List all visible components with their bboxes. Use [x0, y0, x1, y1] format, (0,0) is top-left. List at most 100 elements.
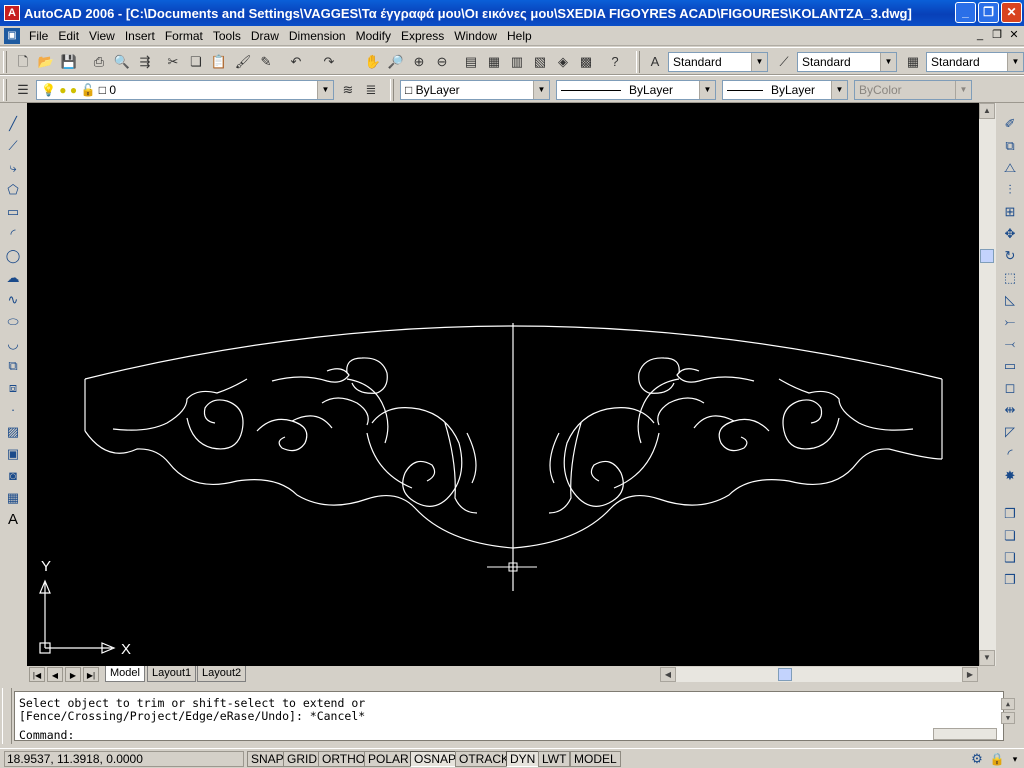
stretch-icon[interactable]: ◺	[999, 290, 1021, 310]
table-style-icon[interactable]: ▦	[902, 51, 924, 73]
doc-minimize-button[interactable]: _	[972, 28, 988, 42]
toolbar-grip[interactable]	[636, 51, 640, 73]
close-button[interactable]: ✕	[1001, 2, 1022, 23]
chevron-down-icon[interactable]: ▼	[1007, 53, 1023, 71]
command-hscroll[interactable]	[933, 728, 997, 740]
toolbar-grip[interactable]	[3, 79, 7, 101]
scroll-down-icon[interactable]: ▼	[979, 650, 995, 666]
array-icon[interactable]: ⊞	[999, 202, 1021, 222]
horizontal-scrollbar[interactable]: ◀ ▶	[660, 667, 978, 682]
chevron-down-icon[interactable]: ▼	[831, 81, 847, 99]
status-toggle-lwt[interactable]: LWT	[538, 751, 571, 767]
design-center-icon[interactable]: ▦	[483, 51, 505, 73]
draworder-back-icon[interactable]: ❏	[999, 526, 1021, 546]
zoom-realtime-icon[interactable]: 🔎	[385, 51, 407, 73]
publish-icon[interactable]: ⇶	[134, 51, 156, 73]
fillet-icon[interactable]: ◜	[999, 444, 1021, 464]
chevron-down-icon[interactable]: ▼	[751, 53, 767, 71]
match-properties-icon[interactable]: 🖌	[232, 51, 254, 73]
menu-express[interactable]: Express	[396, 27, 449, 45]
trim-icon[interactable]: ⤚	[999, 312, 1021, 332]
mirror-icon[interactable]: ⧍	[999, 158, 1021, 178]
pan-icon[interactable]: ✋	[362, 51, 384, 73]
line-icon[interactable]: ╱	[2, 114, 24, 134]
chevron-down-icon[interactable]: ▼	[317, 81, 333, 99]
save-icon[interactable]: 💾	[58, 51, 80, 73]
chevron-down-icon[interactable]: ▼	[880, 53, 896, 71]
erase-icon[interactable]: ✐	[999, 114, 1021, 134]
extend-icon[interactable]: ⤙	[999, 334, 1021, 354]
explode-icon[interactable]: ✸	[999, 466, 1021, 486]
tab-model[interactable]: Model	[105, 666, 145, 682]
polygon-icon[interactable]: ⬠	[2, 180, 24, 200]
menu-format[interactable]: Format	[160, 27, 208, 45]
toolbar-grip[interactable]	[3, 51, 7, 73]
break-icon[interactable]: ▭	[999, 356, 1021, 376]
dim-style-icon[interactable]: ⟋	[773, 51, 795, 73]
rectangle-icon[interactable]: ▭	[2, 202, 24, 222]
layer-previous-icon[interactable]: ≣	[360, 79, 382, 101]
spline-icon[interactable]: ∿	[2, 290, 24, 310]
polyline-icon[interactable]: ⤷	[2, 158, 24, 178]
prev-tab-icon[interactable]: ◀	[47, 667, 63, 682]
scroll-down-icon[interactable]: ▼	[1001, 712, 1015, 724]
drawing-canvas[interactable]: Y X	[27, 103, 979, 666]
status-menu-icon[interactable]: ▾	[1008, 750, 1022, 768]
command-window-grip[interactable]	[2, 688, 12, 744]
undo-icon[interactable]: ↶	[285, 51, 307, 73]
layer-manager-icon[interactable]: ☰	[12, 79, 34, 101]
status-toggle-model[interactable]: MODEL	[570, 751, 621, 767]
markup-icon[interactable]: ◈	[552, 51, 574, 73]
menu-modify[interactable]: Modify	[351, 27, 396, 45]
scroll-right-icon[interactable]: ▶	[962, 667, 978, 682]
scroll-up-icon[interactable]: ▲	[1001, 698, 1015, 710]
ellipse-arc-icon[interactable]: ◡	[2, 334, 24, 354]
make-block-icon[interactable]: ⧈	[2, 378, 24, 398]
revision-cloud-icon[interactable]: ☁	[2, 268, 24, 288]
offset-icon[interactable]: ⫶	[999, 180, 1021, 200]
first-tab-icon[interactable]: |◀	[29, 667, 45, 682]
menu-insert[interactable]: Insert	[120, 27, 160, 45]
status-toggle-dyn[interactable]: DYN	[506, 751, 540, 767]
status-toggle-ortho[interactable]: ORTHO	[318, 751, 370, 767]
plot-icon[interactable]: ⎙	[88, 51, 110, 73]
properties-icon[interactable]: ▤	[460, 51, 482, 73]
hatch-icon[interactable]: ▨	[2, 422, 24, 442]
table-style-select[interactable]: Standard ▼	[926, 52, 1024, 72]
menu-help[interactable]: Help	[502, 27, 537, 45]
document-icon[interactable]: ▣	[4, 27, 20, 44]
construction-line-icon[interactable]: ⟋	[2, 136, 24, 156]
tool-palettes-icon[interactable]: ▥	[506, 51, 528, 73]
block-editor-icon[interactable]: ✎	[255, 51, 277, 73]
paste-icon[interactable]: 📋	[208, 51, 230, 73]
new-file-icon[interactable]: 🗋	[12, 51, 34, 73]
make-object-layer-current-icon[interactable]: ≋	[337, 79, 359, 101]
calculator-icon[interactable]: ▩	[575, 51, 597, 73]
lineweight-select[interactable]: ByLayer ▼	[722, 80, 848, 100]
tab-layout2[interactable]: Layout2	[197, 666, 247, 682]
autocad-app-icon[interactable]: A	[4, 5, 20, 21]
ellipse-icon[interactable]: ⬭	[2, 312, 24, 332]
layer-select[interactable]: 💡 ● ● 🔓 □ 0 ▼	[36, 80, 334, 100]
command-window[interactable]: Select object to trim or shift-select to…	[14, 691, 1015, 742]
text-style-select[interactable]: Standard ▼	[668, 52, 768, 72]
coordinate-display[interactable]: 18.9537, 11.3918, 0.0000	[4, 751, 244, 767]
menu-file[interactable]: File	[24, 27, 53, 45]
last-tab-icon[interactable]: ▶|	[83, 667, 99, 682]
linetype-select[interactable]: ByLayer ▼	[556, 80, 716, 100]
scroll-left-icon[interactable]: ◀	[660, 667, 676, 682]
draworder-above-icon[interactable]: ❑	[999, 548, 1021, 568]
draworder-front-icon[interactable]: ❐	[999, 504, 1021, 524]
plot-preview-icon[interactable]: 🔍	[111, 51, 133, 73]
chevron-down-icon[interactable]: ▼	[699, 81, 715, 99]
open-file-icon[interactable]: 📂	[35, 51, 57, 73]
join-icon[interactable]: ⇹	[999, 400, 1021, 420]
text-style-icon[interactable]: A	[644, 51, 666, 73]
menu-view[interactable]: View	[84, 27, 120, 45]
toolbar-lock-icon[interactable]: 🔒	[988, 750, 1006, 768]
redo-icon[interactable]: ↷	[318, 51, 340, 73]
menu-tools[interactable]: Tools	[208, 27, 246, 45]
table-icon[interactable]: ▦	[2, 488, 24, 508]
menu-draw[interactable]: Draw	[246, 27, 284, 45]
copy-object-icon[interactable]: ⧉	[999, 136, 1021, 156]
